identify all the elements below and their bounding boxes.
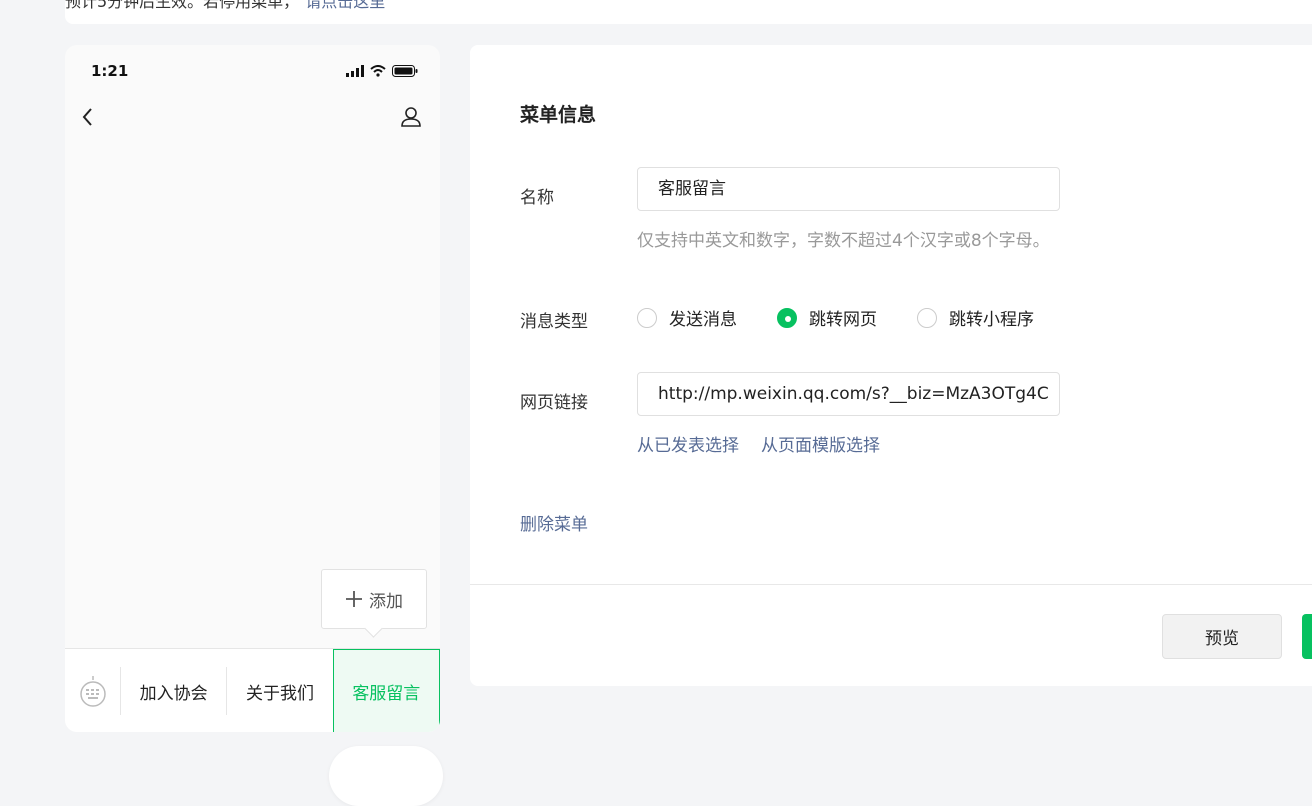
menu-editor-panel: 菜单信息 名称 客服留言 仅支持中英文和数字，字数不超过4个汉字或8个字母。 消…: [470, 45, 1312, 686]
phone-preview: 1:21 添加 加入协会 关于我们 客服留言: [65, 45, 440, 732]
add-label: 添加: [369, 591, 403, 612]
radio-jump-webpage-dot[interactable]: [777, 307, 797, 328]
radio-send-message[interactable]: 发送消息: [637, 305, 737, 330]
select-published-link[interactable]: 从已发表选择: [637, 431, 739, 456]
sort-delete-control[interactable]: [329, 746, 443, 806]
url-input[interactable]: http://mp.weixin.qq.com/s?__biz=MzA3OTg4…: [637, 372, 1060, 416]
plus-icon: [346, 591, 362, 607]
status-time: 1:21: [91, 62, 129, 80]
name-hint: 仅支持中英文和数字，字数不超过4个汉字或8个字母。: [637, 231, 1050, 251]
radio-jump-webpage-label: 跳转网页: [809, 310, 877, 330]
type-label: 消息类型: [520, 312, 588, 332]
preview-button[interactable]: 预览: [1162, 614, 1282, 659]
keyboard-icon: [79, 676, 106, 707]
radio-jump-miniprogram[interactable]: 跳转小程序: [917, 305, 1034, 330]
radio-send-message-dot[interactable]: [637, 307, 657, 328]
radio-jump-webpage[interactable]: 跳转网页: [777, 305, 877, 330]
popup-caret: [364, 619, 383, 638]
name-label: 名称: [520, 188, 554, 208]
radio-jump-miniprogram-dot[interactable]: [917, 307, 937, 328]
battery-icon: [392, 65, 418, 77]
message-type-group: 发送消息 跳转网页 跳转小程序: [637, 305, 1034, 330]
phone-menu-bar: 加入协会 关于我们 客服留言: [65, 648, 440, 732]
url-source-links: 从已发表选择 从页面模版选择: [637, 431, 880, 456]
back-icon[interactable]: [79, 105, 97, 129]
phone-nav-bar: [65, 93, 440, 141]
wifi-icon: [370, 65, 386, 77]
select-template-link[interactable]: 从页面模版选择: [761, 431, 880, 456]
notice-link[interactable]: 请点击这里: [305, 0, 385, 11]
radio-send-message-label: 发送消息: [669, 310, 737, 330]
delete-menu-link[interactable]: 删除菜单: [520, 510, 588, 535]
menu-item-service[interactable]: 客服留言: [332, 649, 440, 732]
signal-icon: [346, 65, 364, 77]
footer-divider: [470, 584, 1312, 585]
name-input[interactable]: 客服留言: [637, 167, 1060, 211]
user-profile-icon[interactable]: [400, 105, 422, 129]
save-button[interactable]: [1302, 614, 1312, 659]
menu-item-join[interactable]: 加入协会: [120, 667, 226, 715]
radio-jump-miniprogram-label: 跳转小程序: [949, 310, 1034, 330]
notice-text: 预计5分钟后生效。若停用菜单， 请点击这里: [65, 0, 385, 12]
notice-message: 预计5分钟后生效。若停用菜单，: [65, 0, 300, 11]
add-submenu-button[interactable]: 添加: [321, 569, 427, 638]
keyboard-toggle[interactable]: [65, 649, 120, 732]
section-title: 菜单信息: [520, 104, 597, 126]
status-icons: [346, 65, 418, 77]
url-label: 网页链接: [520, 393, 588, 413]
status-bar: 1:21: [65, 45, 440, 93]
menu-item-about[interactable]: 关于我们: [226, 667, 332, 715]
